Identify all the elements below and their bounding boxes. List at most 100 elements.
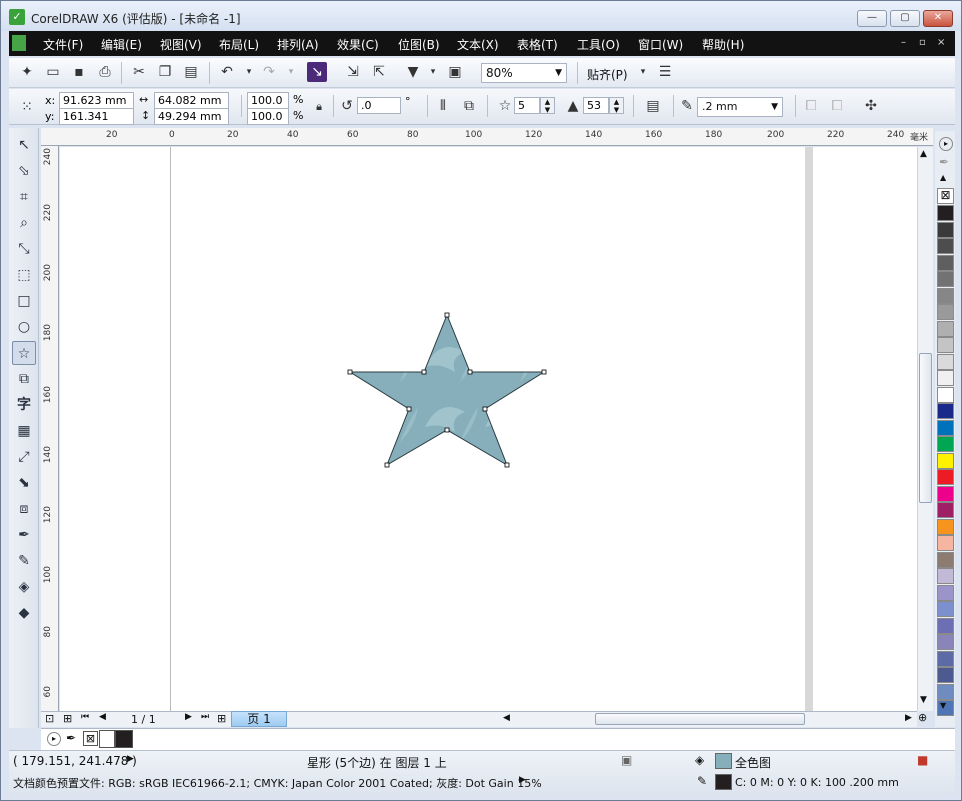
sharpness-field[interactable]: 53 xyxy=(583,97,609,114)
color-swatch[interactable] xyxy=(937,650,954,667)
doc-restore-button[interactable]: ▫ xyxy=(919,37,926,48)
object-origin-icon[interactable]: ⁙ xyxy=(17,97,37,117)
add-page-after-icon[interactable]: ⊞ xyxy=(217,712,226,725)
menu-bitmaps[interactable]: 位图(B) xyxy=(398,36,440,53)
zoom-tool-icon[interactable]: ⌕ xyxy=(12,211,36,235)
color-swatch[interactable] xyxy=(937,452,954,469)
horizontal-ruler[interactable]: 20 0 20 40 60 80 100 120 140 160 180 200… xyxy=(41,128,933,146)
page-tab-1[interactable]: 页 1 xyxy=(231,711,287,727)
color-swatch[interactable] xyxy=(937,568,954,584)
color-swatch[interactable] xyxy=(937,304,954,320)
expand-status-icon[interactable]: ▶ xyxy=(127,754,134,764)
palette-scroll-up-icon[interactable]: ▲ xyxy=(940,173,946,182)
color-swatch[interactable] xyxy=(937,254,954,271)
node-handle[interactable] xyxy=(504,462,510,468)
outline-tool-icon[interactable]: ✎ xyxy=(12,549,36,573)
color-swatch[interactable] xyxy=(937,436,954,452)
basic-shapes-tool-icon[interactable]: ⧉ xyxy=(12,367,36,391)
shape-tool-icon[interactable]: ⬂ xyxy=(12,159,36,183)
mirror-horizontal-icon[interactable]: ⫴ xyxy=(433,96,453,116)
new-document-icon[interactable]: ✦ xyxy=(17,62,37,82)
palette-scroll-down-icon[interactable]: ▼ xyxy=(940,701,946,710)
color-swatch[interactable] xyxy=(937,320,954,337)
to-front-icon[interactable]: ⧠ xyxy=(801,96,821,116)
no-fill-swatch[interactable]: ⊠ xyxy=(937,188,954,204)
zoom-level-dropdown[interactable]: 80% ▼ xyxy=(481,63,567,83)
node-handle[interactable] xyxy=(467,369,473,375)
fill-tool-icon[interactable]: ◈ xyxy=(12,575,36,599)
width-field[interactable]: 64.082 mm xyxy=(154,92,229,109)
star-shape[interactable] xyxy=(348,313,546,467)
star-points-field[interactable]: 5 xyxy=(514,97,540,114)
text-tool-icon[interactable]: 字 xyxy=(12,393,36,417)
menu-edit[interactable]: 编辑(E) xyxy=(101,36,142,53)
x-position-field[interactable]: 91.623 mm xyxy=(59,92,134,109)
horizontal-scrollbar-thumb[interactable] xyxy=(595,713,805,725)
paste-icon[interactable]: ▤ xyxy=(181,62,201,82)
rotation-angle-field[interactable]: .0 xyxy=(357,97,401,114)
page-corner-icon[interactable]: ⊡ xyxy=(45,712,54,725)
application-launcher-dropdown-icon[interactable]: ▾ xyxy=(423,62,443,82)
menu-tools[interactable]: 工具(O) xyxy=(577,36,620,53)
color-swatch[interactable] xyxy=(937,551,954,568)
screen-icon[interactable]: ▣ xyxy=(621,753,632,767)
lock-ratio-icon[interactable]: 🔒︎ xyxy=(309,97,329,117)
node-handle[interactable] xyxy=(384,462,390,468)
interactive-fill-tool-icon[interactable]: ◆ xyxy=(12,601,36,625)
menu-text[interactable]: 文本(X) xyxy=(457,36,499,53)
last-page-icon[interactable]: ⏭ xyxy=(201,712,209,722)
color-swatch[interactable] xyxy=(937,287,954,304)
next-page-icon[interactable]: ▶ xyxy=(185,712,192,722)
color-swatch[interactable] xyxy=(937,370,954,386)
zoom-navigator-icon[interactable]: ⊕ xyxy=(918,711,927,724)
color-swatch[interactable] xyxy=(937,386,954,403)
node-handle[interactable] xyxy=(347,369,353,375)
connector-tool-icon[interactable]: ⬊ xyxy=(12,471,36,495)
undo-dropdown-icon[interactable]: ▾ xyxy=(239,62,259,82)
snap-dropdown-icon[interactable]: ▾ xyxy=(633,62,653,82)
first-page-icon[interactable]: ⏮ xyxy=(81,712,89,722)
app-menu-icon[interactable] xyxy=(12,35,26,51)
scale-y-field[interactable]: 100.0 xyxy=(247,108,289,125)
color-swatch[interactable] xyxy=(937,353,954,370)
doc-minimize-button[interactable]: – xyxy=(901,37,906,48)
eyedropper-icon[interactable]: ✒ xyxy=(66,731,76,745)
close-button[interactable]: ✕ xyxy=(923,10,953,27)
restore-button[interactable]: ▢ xyxy=(890,10,920,27)
snap-to-dropdown[interactable]: 贴齐(P) xyxy=(587,66,628,83)
previous-page-icon[interactable]: ◀ xyxy=(99,712,106,722)
color-swatch[interactable] xyxy=(937,469,954,485)
save-icon[interactable]: ▪ xyxy=(69,62,89,82)
height-field[interactable]: 49.294 mm xyxy=(154,108,229,125)
color-swatch[interactable] xyxy=(937,205,954,221)
scroll-down-icon[interactable]: ▼ xyxy=(920,695,927,705)
menu-layout[interactable]: 布局(L) xyxy=(219,36,259,53)
mirror-vertical-icon[interactable]: ⧉ xyxy=(459,96,479,116)
color-swatch[interactable] xyxy=(937,419,954,436)
table-tool-icon[interactable]: ▦ xyxy=(12,419,36,443)
print-icon[interactable]: ⎙ xyxy=(95,62,115,82)
menu-help[interactable]: 帮助(H) xyxy=(702,36,744,53)
dimension-tool-icon[interactable]: ⤢ xyxy=(12,445,36,469)
star-points-stepper[interactable]: ▲ ▼ xyxy=(540,97,555,114)
outline-color-swatch[interactable] xyxy=(715,774,732,790)
color-swatch[interactable] xyxy=(937,617,954,634)
palette-flyout-icon[interactable]: ▸ xyxy=(939,137,953,151)
vertical-ruler[interactable]: 240 220 200 180 160 140 120 100 80 60 xyxy=(41,146,59,711)
color-swatch[interactable] xyxy=(937,667,954,683)
scroll-right-icon[interactable]: ▶ xyxy=(905,713,912,723)
eyedropper-tool-icon[interactable]: ✒ xyxy=(12,523,36,547)
black-swatch[interactable] xyxy=(115,730,133,748)
convert-to-curves-icon[interactable]: ✣ xyxy=(861,96,881,116)
ellipse-tool-icon[interactable]: ○ xyxy=(12,315,36,339)
vertical-scrollbar-thumb[interactable] xyxy=(919,353,932,503)
color-swatch[interactable] xyxy=(937,502,954,518)
star-drawing[interactable] xyxy=(60,147,919,711)
color-swatch[interactable] xyxy=(937,518,954,535)
color-swatch[interactable] xyxy=(937,535,954,551)
node-handle[interactable] xyxy=(421,369,427,375)
search-content-icon[interactable]: ↘ xyxy=(307,62,327,82)
welcome-screen-icon[interactable]: ▣ xyxy=(445,62,465,82)
color-swatch[interactable] xyxy=(937,683,954,700)
publish-pdf-icon[interactable]: ▼ xyxy=(403,62,423,82)
